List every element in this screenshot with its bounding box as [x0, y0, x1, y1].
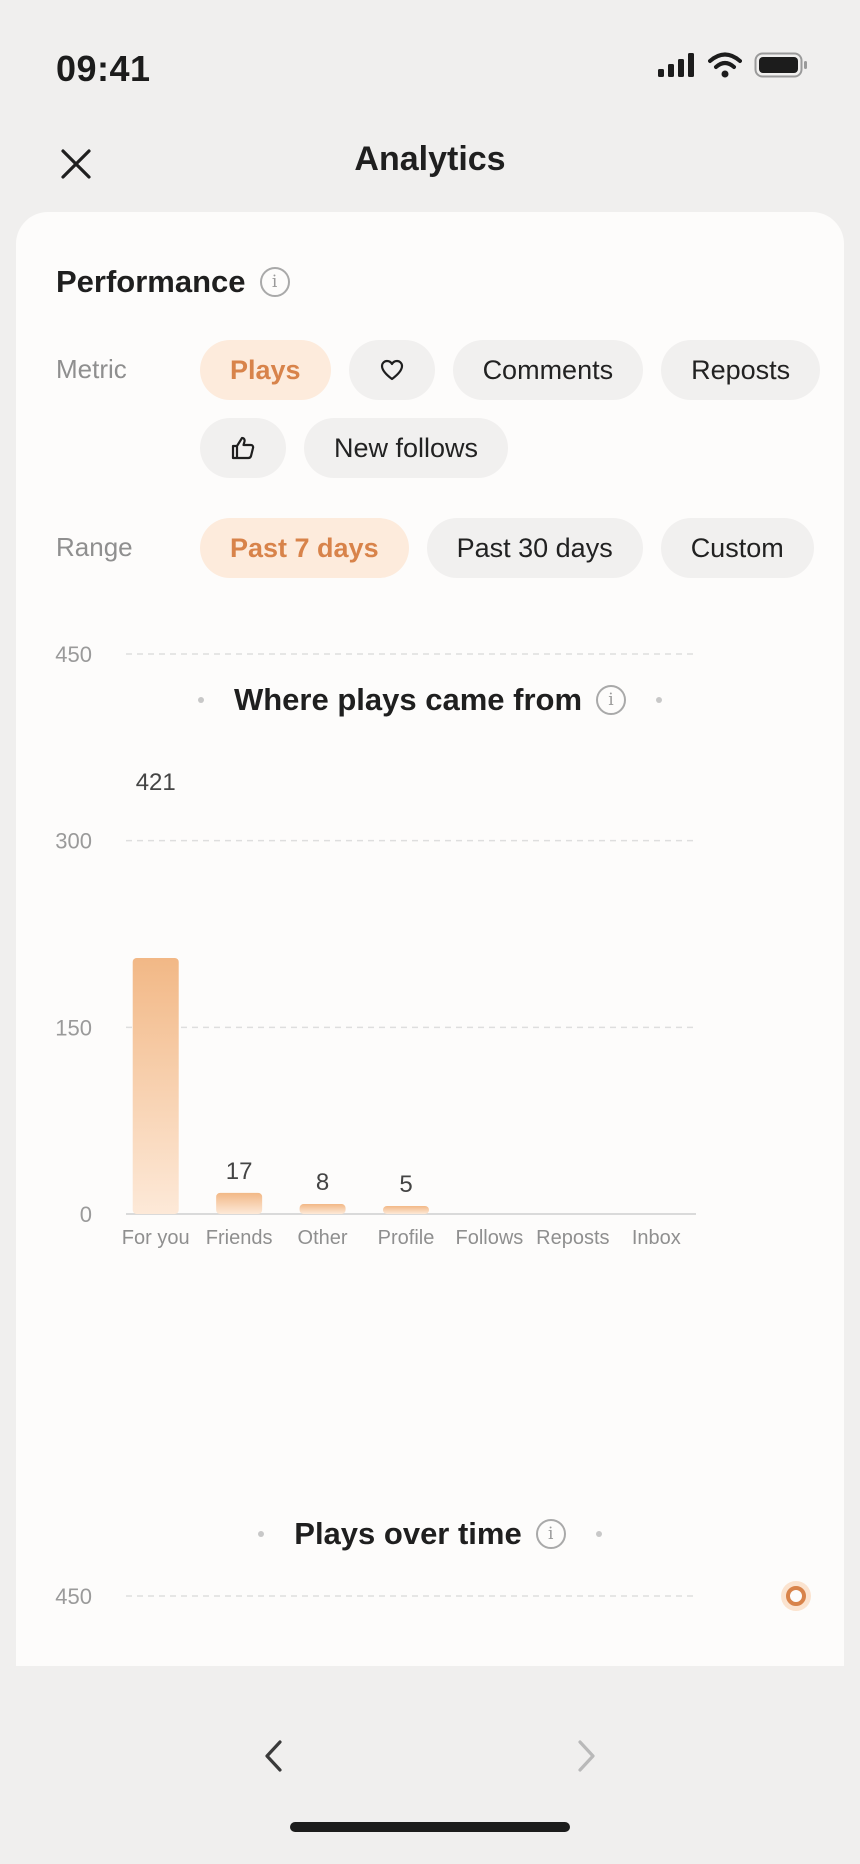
- bottom-nav: [0, 1666, 860, 1864]
- next-button[interactable]: [556, 1726, 616, 1786]
- nav-header: Analytics: [0, 120, 860, 212]
- previous-button[interactable]: [244, 1726, 304, 1786]
- home-indicator: [290, 1822, 570, 1832]
- battery-icon: [754, 52, 807, 78]
- page-title: Analytics: [354, 140, 506, 178]
- chevron-left-icon: [265, 1740, 282, 1772]
- wifi-icon: [708, 52, 742, 78]
- data-point: [786, 1586, 806, 1606]
- y-tick-label: 450: [55, 1584, 92, 1609]
- cellular-signal-icon: [658, 53, 694, 77]
- status-bar: 09:41: [0, 0, 860, 120]
- plays-over-time-chart: 450: [55, 1581, 811, 1611]
- status-time: 09:41: [56, 48, 151, 89]
- chevron-right-icon: [578, 1740, 595, 1772]
- analytics-card: Performance i Metric Plays Comments Repo…: [16, 212, 844, 1666]
- status-icons: [658, 52, 808, 78]
